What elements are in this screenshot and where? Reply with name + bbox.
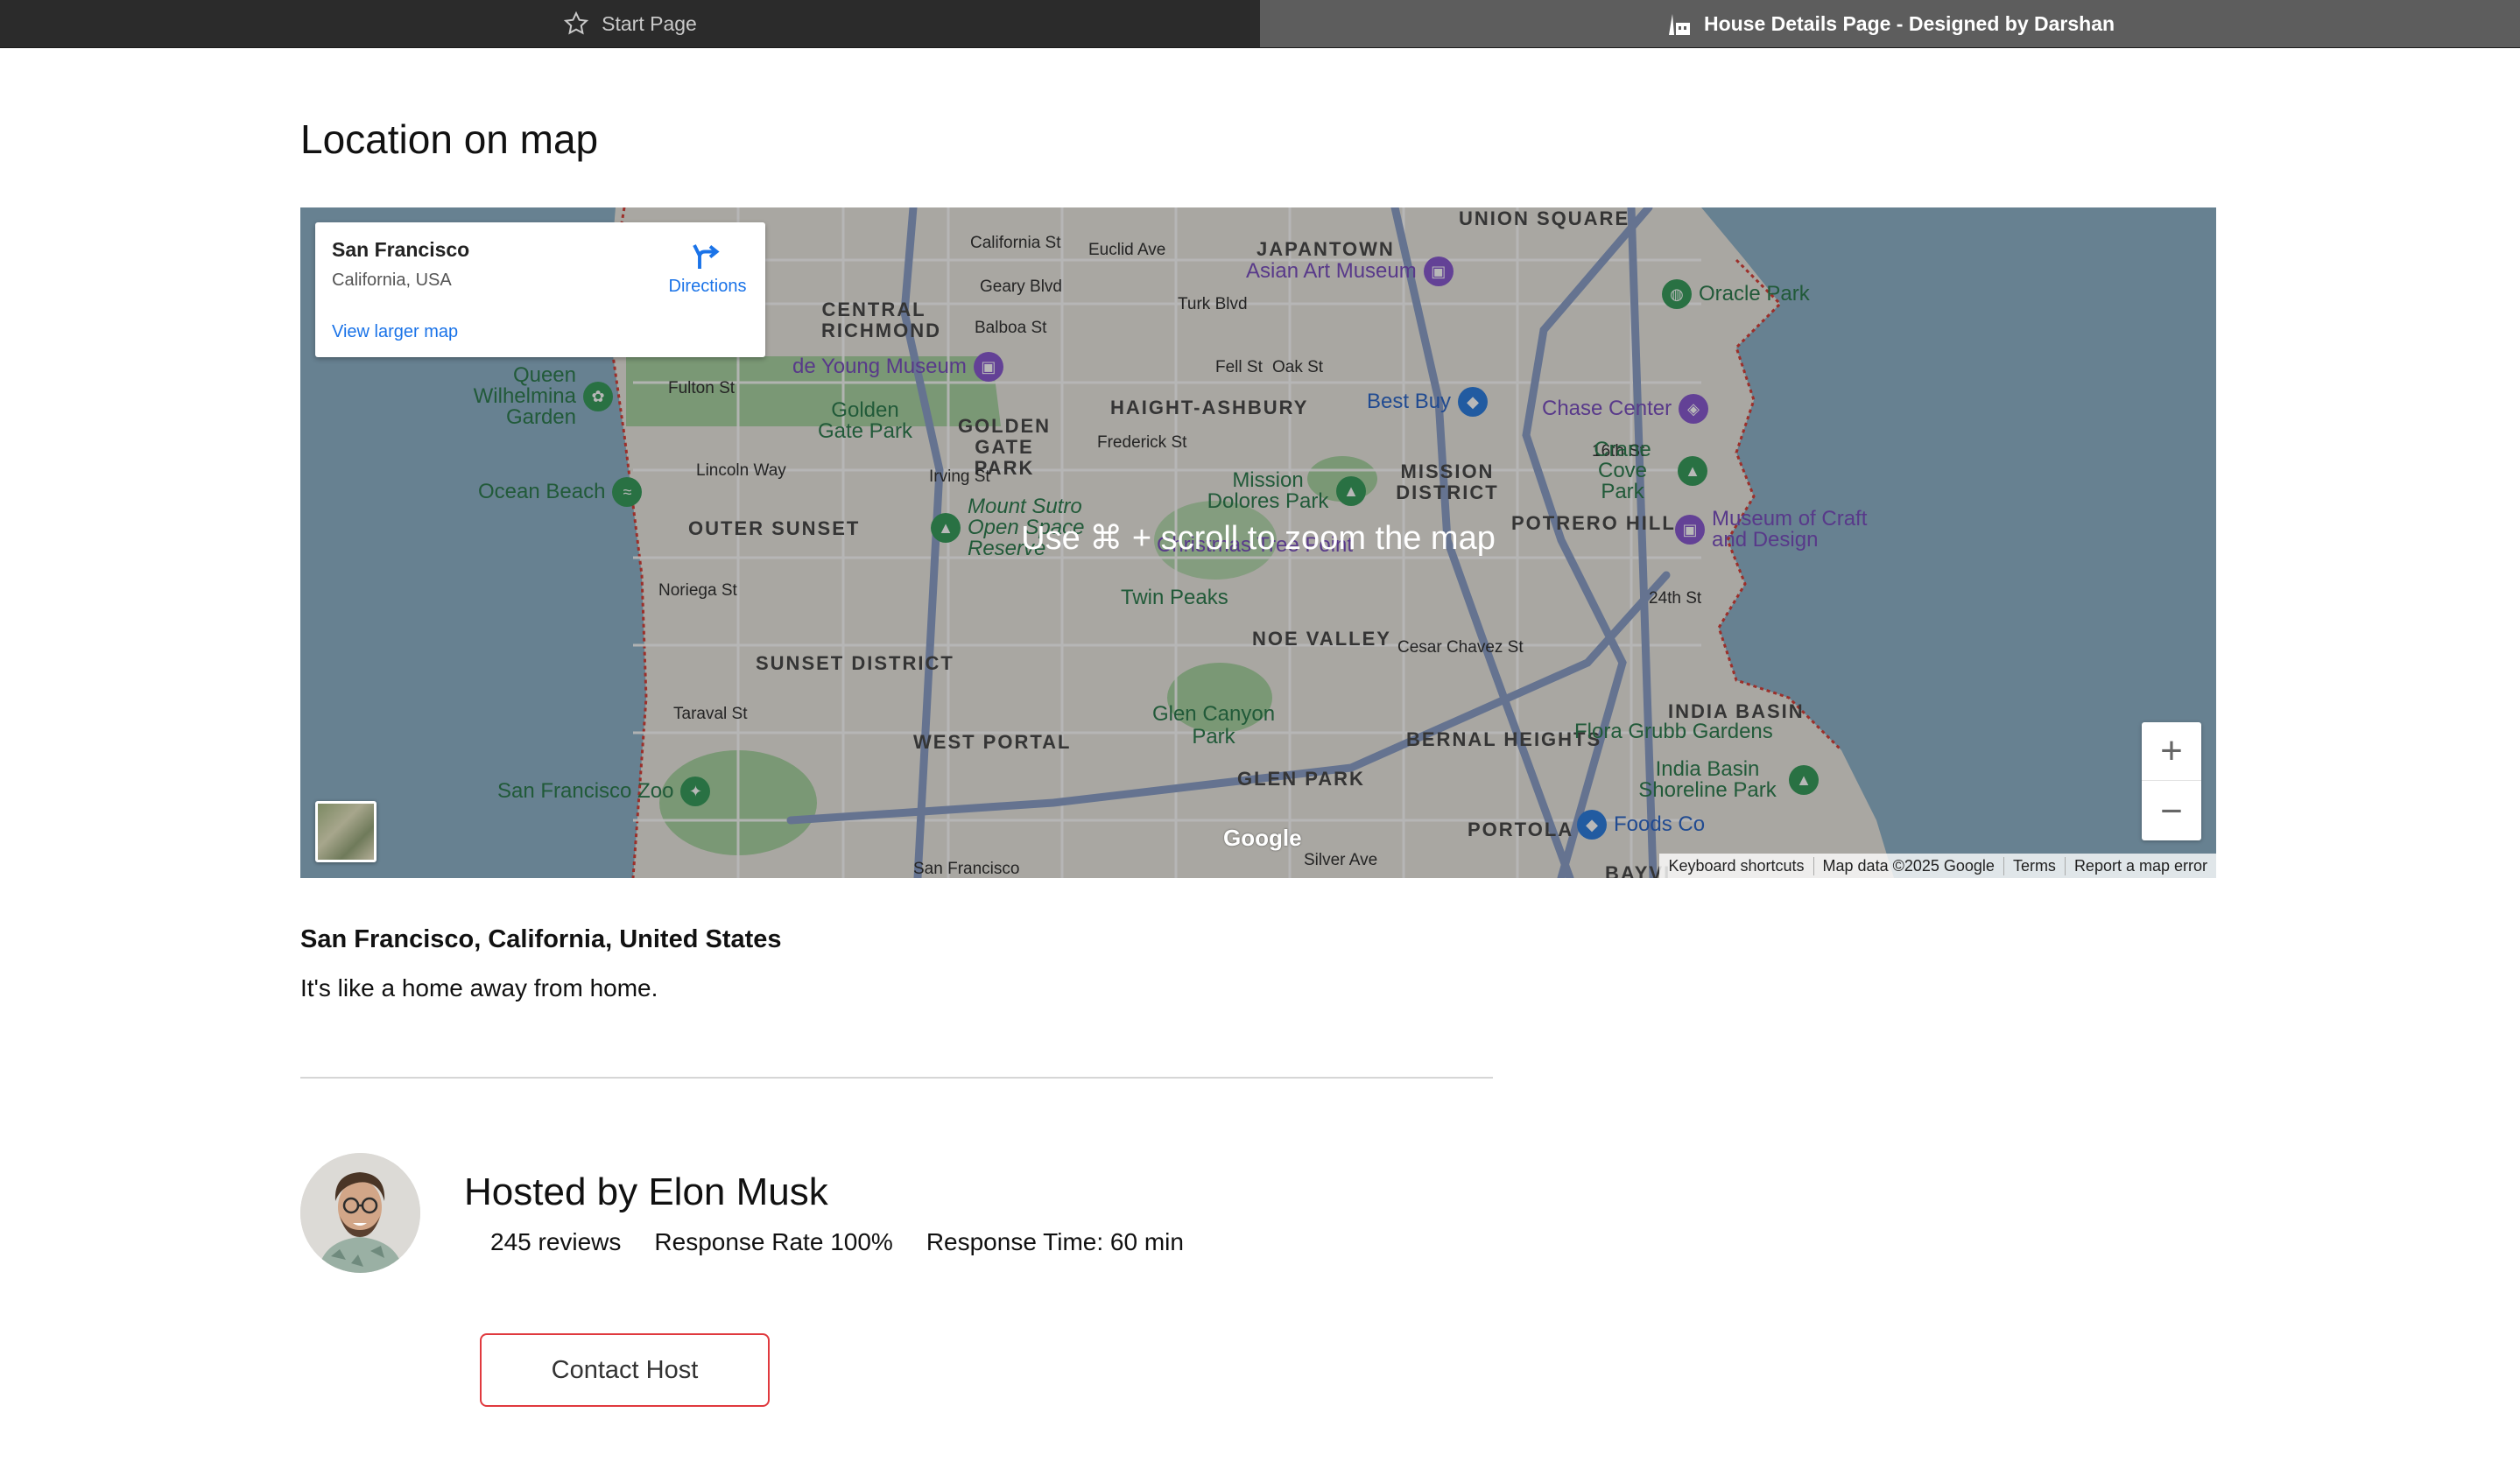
section-divider bbox=[300, 1077, 1493, 1079]
tab-house-details[interactable]: House Details Page - Designed by Darshan bbox=[1260, 0, 2520, 47]
location-description: It's like a home away from home. bbox=[300, 974, 658, 1002]
page-favicon-icon bbox=[1668, 14, 1690, 35]
info-card-subtitle: California, USA bbox=[332, 271, 452, 290]
browser-tab-bar: Start Page House Details Page - Designed… bbox=[0, 0, 2520, 48]
map-info-card: San Francisco California, USA View large… bbox=[315, 222, 765, 357]
directions-button[interactable]: Directions bbox=[655, 240, 760, 297]
host-response-time: Response Time: 60 min bbox=[926, 1228, 1184, 1255]
section-title: Location on map bbox=[300, 116, 599, 162]
host-reviews: 245 reviews bbox=[490, 1228, 622, 1255]
directions-icon bbox=[693, 244, 720, 269]
host-stats: 245 reviews Response Rate 100% Response … bbox=[490, 1228, 1184, 1256]
directions-label: Directions bbox=[668, 277, 747, 296]
tab-label: House Details Page - Designed by Darshan bbox=[1703, 11, 2115, 35]
host-response-rate: Response Rate 100% bbox=[654, 1228, 893, 1255]
google-logo-text: Google bbox=[1223, 825, 1302, 851]
host-title: Hosted by Elon Musk bbox=[464, 1170, 828, 1213]
view-larger-map-link[interactable]: View larger map bbox=[332, 322, 458, 342]
terms-link[interactable]: Terms bbox=[2003, 856, 2065, 875]
satellite-layer-toggle[interactable] bbox=[315, 801, 377, 862]
location-name: San Francisco, California, United States bbox=[300, 925, 782, 953]
avatar-image bbox=[300, 1153, 420, 1273]
tab-start-page[interactable]: Start Page bbox=[0, 0, 1260, 47]
report-map-error-link[interactable]: Report a map error bbox=[2064, 856, 2216, 875]
tab-label: Start Page bbox=[602, 11, 697, 35]
keyboard-shortcuts-link[interactable]: Keyboard shortcuts bbox=[1659, 857, 1813, 875]
zoom-out-button[interactable]: − bbox=[2142, 782, 2201, 840]
contact-host-button[interactable]: Contact Host bbox=[480, 1333, 770, 1407]
zoom-in-button[interactable]: + bbox=[2142, 722, 2201, 781]
map-data-credit: Map data ©2025 Google bbox=[1813, 856, 2003, 875]
zoom-controls: + − bbox=[2142, 722, 2201, 840]
star-icon bbox=[564, 11, 589, 35]
google-logo: Google bbox=[1223, 825, 1302, 852]
host-avatar bbox=[300, 1153, 420, 1273]
map-attribution: Keyboard shortcuts Map data ©2025 Google… bbox=[1659, 854, 2216, 878]
embedded-map[interactable]: UNION SQUARE JAPANTOWN CENTRAL RICHMOND … bbox=[300, 207, 2216, 878]
info-card-title: San Francisco bbox=[332, 238, 470, 261]
map-zoom-hint: Use ⌘ + scroll to zoom the map bbox=[1021, 520, 1496, 557]
